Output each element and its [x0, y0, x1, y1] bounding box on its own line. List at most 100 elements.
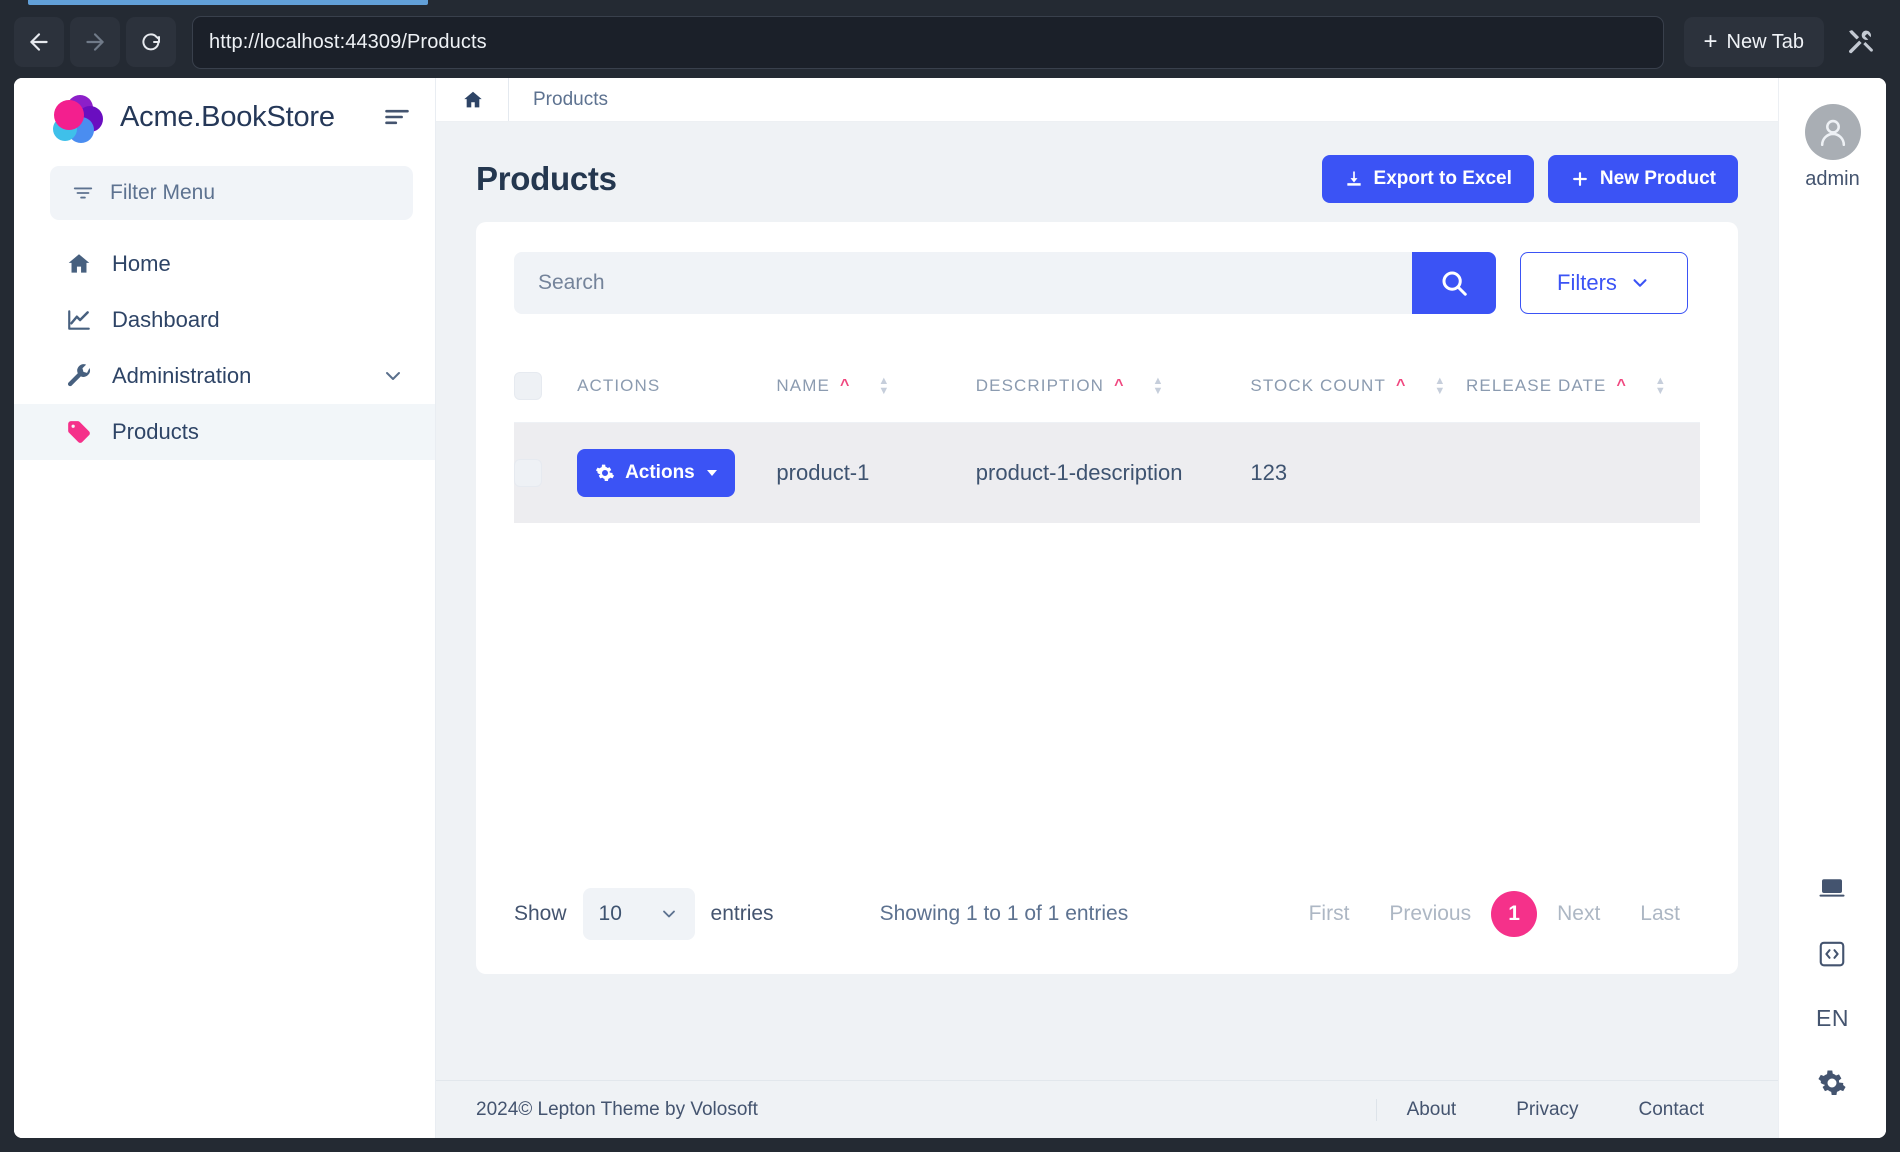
pagination-first[interactable]: First: [1289, 891, 1370, 937]
abp-pinwheel-logo: [50, 93, 104, 141]
sort-arrows-icon: ▲▼: [1153, 378, 1165, 395]
cell-actions: Actions: [577, 423, 776, 524]
sidebar-item-administration[interactable]: Administration: [14, 348, 435, 404]
browser-tools-button[interactable]: [1834, 16, 1886, 68]
filters-button[interactable]: Filters: [1520, 252, 1688, 314]
right-rail: admin EN: [1778, 78, 1886, 1138]
page-title: Products: [476, 160, 617, 198]
sidebar-item-home[interactable]: Home: [14, 236, 435, 292]
row-actions-label: Actions: [625, 462, 695, 484]
search-row: Filters: [514, 252, 1700, 314]
search-group: [514, 252, 1496, 314]
table-body: Actions product-1 product-1-description …: [514, 423, 1700, 524]
search-input[interactable]: [514, 252, 1412, 314]
breadcrumb: Products: [436, 78, 1778, 122]
rail-tools: EN: [1816, 873, 1849, 1138]
cell-description: product-1-description: [976, 423, 1251, 524]
page-size-select[interactable]: 10: [583, 888, 695, 940]
sidebar-item-dashboard[interactable]: Dashboard: [14, 292, 435, 348]
reload-button[interactable]: [126, 17, 176, 67]
entries-label: entries: [711, 902, 774, 926]
active-tab-indicator[interactable]: [28, 0, 428, 5]
page-size-group: Show 10 entries: [514, 888, 774, 940]
code-brackets-icon[interactable]: [1817, 939, 1847, 969]
sidebar-item-label: Dashboard: [112, 307, 220, 333]
table-footer: Show 10 entries Showing 1 to 1 of 1 entr…: [514, 854, 1700, 974]
row-checkbox[interactable]: [514, 459, 542, 487]
select-all-checkbox[interactable]: [514, 372, 542, 400]
url-text: http://localhost:44309/Products: [209, 31, 487, 54]
tools-icon: [1846, 28, 1874, 56]
new-product-label: New Product: [1600, 168, 1716, 190]
brand-name: Acme.BookStore: [120, 101, 335, 134]
browser-toolbar: http://localhost:44309/Products + New Ta…: [0, 6, 1900, 78]
page-header: Products Export to Excel New: [476, 144, 1738, 214]
laptop-icon[interactable]: [1817, 873, 1847, 903]
th-release-date-label: RELEASE DATE: [1466, 376, 1606, 396]
th-name[interactable]: NAME ^ ▲▼: [776, 372, 975, 423]
user-name: admin: [1805, 168, 1859, 191]
chevron-down-icon: [1629, 272, 1651, 294]
language-selector[interactable]: EN: [1816, 1005, 1849, 1032]
filter-menu-input[interactable]: Filter Menu: [50, 166, 413, 220]
footer-link-contact[interactable]: Contact: [1609, 1099, 1734, 1121]
sidebar-item-label: Home: [112, 251, 171, 277]
avatar[interactable]: [1805, 104, 1861, 160]
wrench-icon: [66, 363, 92, 389]
pagination-next[interactable]: Next: [1537, 891, 1620, 937]
row-actions-button[interactable]: Actions: [577, 449, 735, 497]
menu-collapse-icon[interactable]: [383, 103, 411, 131]
cell-name: product-1: [776, 423, 975, 524]
new-product-button[interactable]: New Product: [1548, 155, 1738, 203]
new-tab-button[interactable]: + New Tab: [1684, 17, 1824, 67]
pagination-previous[interactable]: Previous: [1369, 891, 1491, 937]
sort-asc-caret-icon: ^: [1396, 377, 1406, 395]
cell-release-date: [1466, 423, 1700, 524]
page-content: Products Export to Excel New: [436, 122, 1778, 1068]
copyright-text: 2024© Lepton Theme by Volosoft: [476, 1099, 758, 1121]
user-avatar-icon: [1815, 114, 1851, 150]
th-description-label: DESCRIPTION: [976, 376, 1104, 396]
search-button[interactable]: [1412, 252, 1496, 314]
pagination-last[interactable]: Last: [1620, 891, 1700, 937]
sidebar: Acme.BookStore Filter Menu: [14, 78, 436, 1138]
th-stock-count-label: STOCK COUNT: [1250, 376, 1386, 396]
back-button[interactable]: [14, 17, 64, 67]
sort-asc-caret-icon: ^: [1616, 377, 1626, 395]
products-card: Filters: [476, 222, 1738, 974]
tab-strip: [0, 0, 1900, 6]
sort-asc-caret-icon: ^: [1114, 377, 1124, 395]
sidebar-nav: Home Dashboard: [14, 236, 435, 460]
sort-arrows-icon: ▲▼: [1434, 378, 1446, 395]
pagination-page-1[interactable]: 1: [1491, 891, 1537, 937]
footer-link-privacy[interactable]: Privacy: [1486, 1099, 1608, 1121]
th-actions-label: ACTIONS: [577, 376, 660, 396]
sidebar-item-products[interactable]: Products: [14, 404, 435, 460]
sort-asc-caret-icon: ^: [840, 377, 850, 395]
footer-links: About Privacy Contact: [1376, 1099, 1734, 1121]
url-bar[interactable]: http://localhost:44309/Products: [192, 16, 1664, 69]
sort-arrows-icon: ▲▼: [1655, 378, 1667, 395]
filter-icon: [72, 182, 94, 204]
th-description[interactable]: DESCRIPTION ^ ▲▼: [976, 372, 1251, 423]
page-viewport: Acme.BookStore Filter Menu: [14, 78, 1886, 1138]
th-stock-count[interactable]: STOCK COUNT ^ ▲▼: [1250, 372, 1466, 423]
cell-select: [514, 423, 577, 524]
filter-menu-label: Filter Menu: [110, 181, 215, 205]
products-table: ACTIONS NAME ^ ▲▼: [514, 372, 1700, 523]
gear-icon: [595, 463, 615, 483]
footer-link-about[interactable]: About: [1377, 1099, 1487, 1121]
export-to-excel-label: Export to Excel: [1374, 168, 1512, 190]
export-to-excel-button[interactable]: Export to Excel: [1322, 155, 1534, 203]
breadcrumb-home-link[interactable]: [462, 78, 509, 121]
arrow-right-icon: [82, 29, 108, 55]
pagination-controls: First Previous 1 Next Last: [1289, 891, 1700, 937]
settings-gear-icon[interactable]: [1817, 1068, 1847, 1098]
caret-down-icon: [707, 470, 717, 476]
forward-button[interactable]: [70, 17, 120, 67]
plus-icon: +: [1704, 30, 1718, 54]
breadcrumb-item-products[interactable]: Products: [509, 89, 608, 111]
th-release-date[interactable]: RELEASE DATE ^ ▲▼: [1466, 372, 1700, 423]
arrow-left-icon: [26, 29, 52, 55]
table-row[interactable]: Actions product-1 product-1-description …: [514, 423, 1700, 524]
